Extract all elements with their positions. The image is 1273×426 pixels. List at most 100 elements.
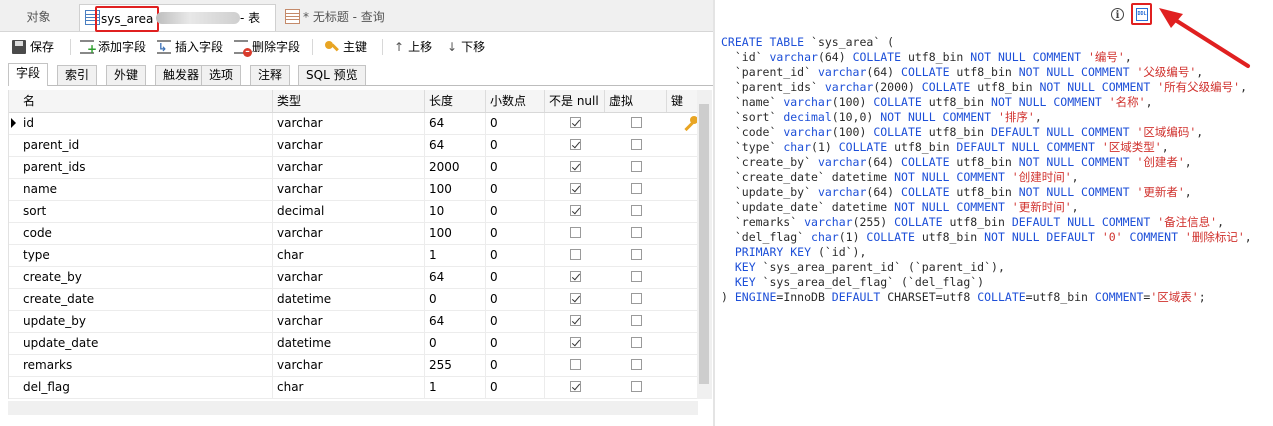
table-row[interactable]: create_date datetime 0 0 [9, 289, 705, 311]
cell-name[interactable]: type [19, 245, 273, 266]
delete-field-button[interactable]: 删除字段 [234, 38, 300, 57]
subtab-fields[interactable]: 字段 [8, 63, 49, 86]
cell-type[interactable]: varchar [273, 179, 425, 200]
virtual-checkbox[interactable] [631, 205, 642, 216]
cell-decimals[interactable]: 0 [486, 245, 545, 266]
cell-length[interactable]: 0 [425, 289, 486, 310]
cell-decimals[interactable]: 0 [486, 201, 545, 222]
cell-decimals[interactable]: 0 [486, 311, 545, 332]
table-row[interactable]: code varchar 100 0 [9, 223, 705, 245]
virtual-checkbox[interactable] [631, 337, 642, 348]
cell-length[interactable]: 100 [425, 223, 486, 244]
cell-name[interactable]: create_by [19, 267, 273, 288]
move-down-button[interactable]: ↓ 下移 [447, 38, 485, 56]
subtab-sql-preview[interactable]: SQL 预览 [298, 65, 366, 85]
tab-objects[interactable]: 对象 [0, 4, 77, 30]
cell-length[interactable]: 64 [425, 311, 486, 332]
horizontal-scrollbar[interactable] [8, 401, 698, 415]
table-row[interactable]: create_by varchar 64 0 [9, 267, 705, 289]
cell-decimals[interactable]: 0 [486, 267, 545, 288]
not-null-checkbox[interactable] [570, 161, 581, 172]
table-row[interactable]: remarks varchar 255 0 [9, 355, 705, 377]
table-row[interactable]: sort decimal 10 0 [9, 201, 705, 223]
not-null-checkbox[interactable] [570, 271, 581, 282]
cell-name[interactable]: parent_id [19, 135, 273, 156]
column-header-not-null[interactable]: 不是 null [545, 90, 605, 112]
virtual-checkbox[interactable] [631, 249, 642, 260]
table-row[interactable]: parent_id varchar 64 0 [9, 135, 705, 157]
column-header-virtual[interactable]: 虚拟 [605, 90, 667, 112]
cell-decimals[interactable]: 0 [486, 333, 545, 354]
insert-field-button[interactable]: 插入字段 [157, 38, 223, 57]
cell-type[interactable]: varchar [273, 135, 425, 156]
table-row[interactable]: update_by varchar 64 0 [9, 311, 705, 333]
table-row[interactable]: update_date datetime 0 0 [9, 333, 705, 355]
save-button[interactable]: 保存 [12, 38, 54, 56]
cell-decimals[interactable]: 0 [486, 289, 545, 310]
cell-name[interactable]: id [19, 113, 273, 134]
not-null-checkbox[interactable] [570, 381, 581, 392]
cell-type[interactable]: varchar [273, 355, 425, 376]
cell-name[interactable]: del_flag [19, 377, 273, 398]
column-header-length[interactable]: 长度 [425, 90, 486, 112]
cell-length[interactable]: 0 [425, 333, 486, 354]
cell-decimals[interactable]: 0 [486, 135, 545, 156]
cell-decimals[interactable]: 0 [486, 113, 545, 134]
cell-name[interactable]: create_date [19, 289, 273, 310]
primary-key-button[interactable]: 主键 [325, 38, 367, 56]
cell-name[interactable]: sort [19, 201, 273, 222]
cell-length[interactable]: 64 [425, 135, 486, 156]
not-null-checkbox[interactable] [570, 139, 581, 150]
subtab-triggers[interactable]: 触发器 [155, 65, 208, 85]
not-null-checkbox[interactable] [570, 205, 581, 216]
cell-length[interactable]: 1 [425, 377, 486, 398]
cell-name[interactable]: update_date [19, 333, 273, 354]
cell-type[interactable]: varchar [273, 113, 425, 134]
tab-sys-area-table[interactable]: sys_area - 表 [79, 4, 276, 32]
table-row[interactable]: id varchar 64 0 [9, 113, 705, 135]
virtual-checkbox[interactable] [631, 381, 642, 392]
cell-type[interactable]: char [273, 245, 425, 266]
virtual-checkbox[interactable] [631, 183, 642, 194]
column-header-decimals[interactable]: 小数点 [486, 90, 545, 112]
cell-name[interactable]: update_by [19, 311, 273, 332]
scrollbar-thumb[interactable] [699, 104, 709, 384]
table-row[interactable]: name varchar 100 0 [9, 179, 705, 201]
add-field-button[interactable]: 添加字段 [80, 38, 146, 58]
cell-name[interactable]: code [19, 223, 273, 244]
column-header-type[interactable]: 类型 [273, 90, 425, 112]
cell-length[interactable]: 64 [425, 267, 486, 288]
subtab-comments[interactable]: 注释 [250, 65, 291, 85]
virtual-checkbox[interactable] [631, 359, 642, 370]
not-null-checkbox[interactable] [570, 183, 581, 194]
cell-type[interactable]: varchar [273, 157, 425, 178]
cell-length[interactable]: 2000 [425, 157, 486, 178]
virtual-checkbox[interactable] [631, 315, 642, 326]
virtual-checkbox[interactable] [631, 117, 642, 128]
cell-name[interactable]: name [19, 179, 273, 200]
virtual-checkbox[interactable] [631, 227, 642, 238]
cell-decimals[interactable]: 0 [486, 377, 545, 398]
ddl-icon[interactable]: DDL [1136, 8, 1148, 21]
not-null-checkbox[interactable] [570, 315, 581, 326]
subtab-foreign-keys[interactable]: 外键 [106, 65, 147, 85]
cell-type[interactable]: datetime [273, 289, 425, 310]
table-row[interactable]: type char 1 0 [9, 245, 705, 267]
cell-length[interactable]: 100 [425, 179, 486, 200]
cell-length[interactable]: 255 [425, 355, 486, 376]
cell-name[interactable]: remarks [19, 355, 273, 376]
virtual-checkbox[interactable] [631, 271, 642, 282]
cell-type[interactable]: varchar [273, 311, 425, 332]
subtab-indexes[interactable]: 索引 [57, 65, 98, 85]
cell-decimals[interactable]: 0 [486, 223, 545, 244]
table-row[interactable]: parent_ids varchar 2000 0 [9, 157, 705, 179]
cell-type[interactable]: varchar [273, 267, 425, 288]
cell-length[interactable]: 1 [425, 245, 486, 266]
cell-type[interactable]: datetime [273, 333, 425, 354]
not-null-checkbox[interactable] [570, 227, 581, 238]
not-null-checkbox[interactable] [570, 249, 581, 260]
cell-length[interactable]: 64 [425, 113, 486, 134]
not-null-checkbox[interactable] [570, 293, 581, 304]
virtual-checkbox[interactable] [631, 139, 642, 150]
cell-decimals[interactable]: 0 [486, 157, 545, 178]
